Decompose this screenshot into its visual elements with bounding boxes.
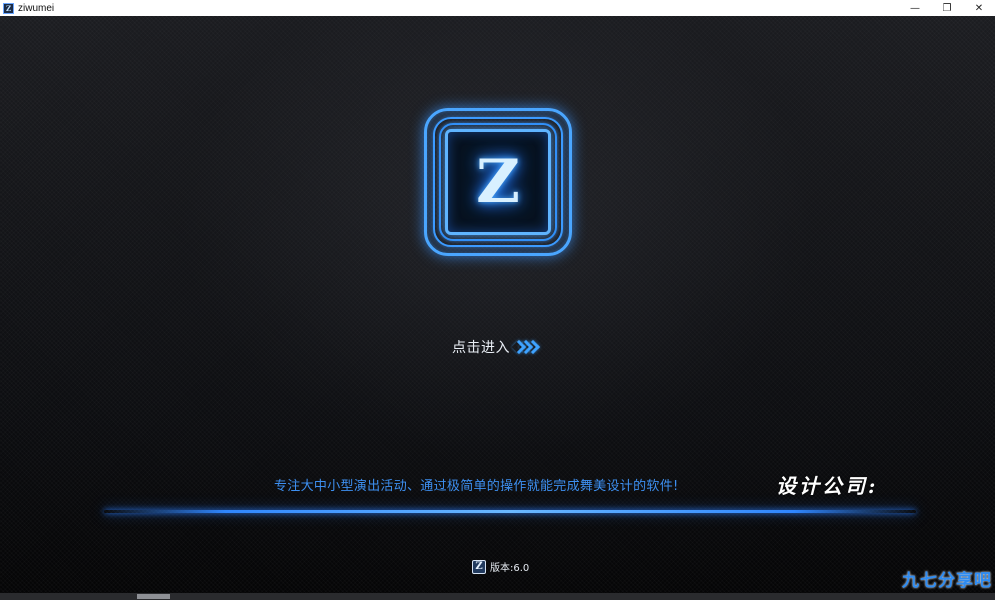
version-logo-icon: Z	[472, 559, 486, 574]
scrollbar-thumb[interactable]	[137, 594, 170, 599]
logo-core: Z	[445, 129, 551, 235]
version-info: Z 版本:6.0	[472, 559, 529, 574]
minimize-button[interactable]: —	[899, 0, 931, 16]
splash-screen: Z 点击进入 专注大中小型演出活动、通过极简单的操作就能完成舞美设计的软件! 设…	[0, 16, 995, 593]
glow-divider	[104, 510, 916, 513]
logo-letter: Z	[476, 147, 520, 217]
horizontal-scrollbar[interactable]	[0, 593, 995, 600]
window-controls: — ❐ ✕	[899, 0, 995, 16]
enter-label: 点击进入	[452, 340, 510, 356]
company-signature: 设计公司:	[776, 474, 879, 498]
slogan-text: 专注大中小型演出活动、通过极简单的操作就能完成舞美设计的软件!	[274, 479, 679, 494]
version-text: 版本:6.0	[490, 563, 530, 574]
app-icon: Z	[3, 2, 14, 14]
restore-button[interactable]: ❐	[931, 0, 963, 16]
window-title: ziwumei	[18, 2, 55, 14]
close-button[interactable]: ✕	[963, 0, 995, 16]
app-logo: Z	[424, 108, 572, 256]
enter-button[interactable]: 点击进入	[452, 336, 541, 358]
watermark: 九七分享吧	[902, 571, 992, 591]
title-bar: Z ziwumei — ❐ ✕	[0, 0, 995, 16]
chevron-right-icon	[511, 339, 541, 355]
